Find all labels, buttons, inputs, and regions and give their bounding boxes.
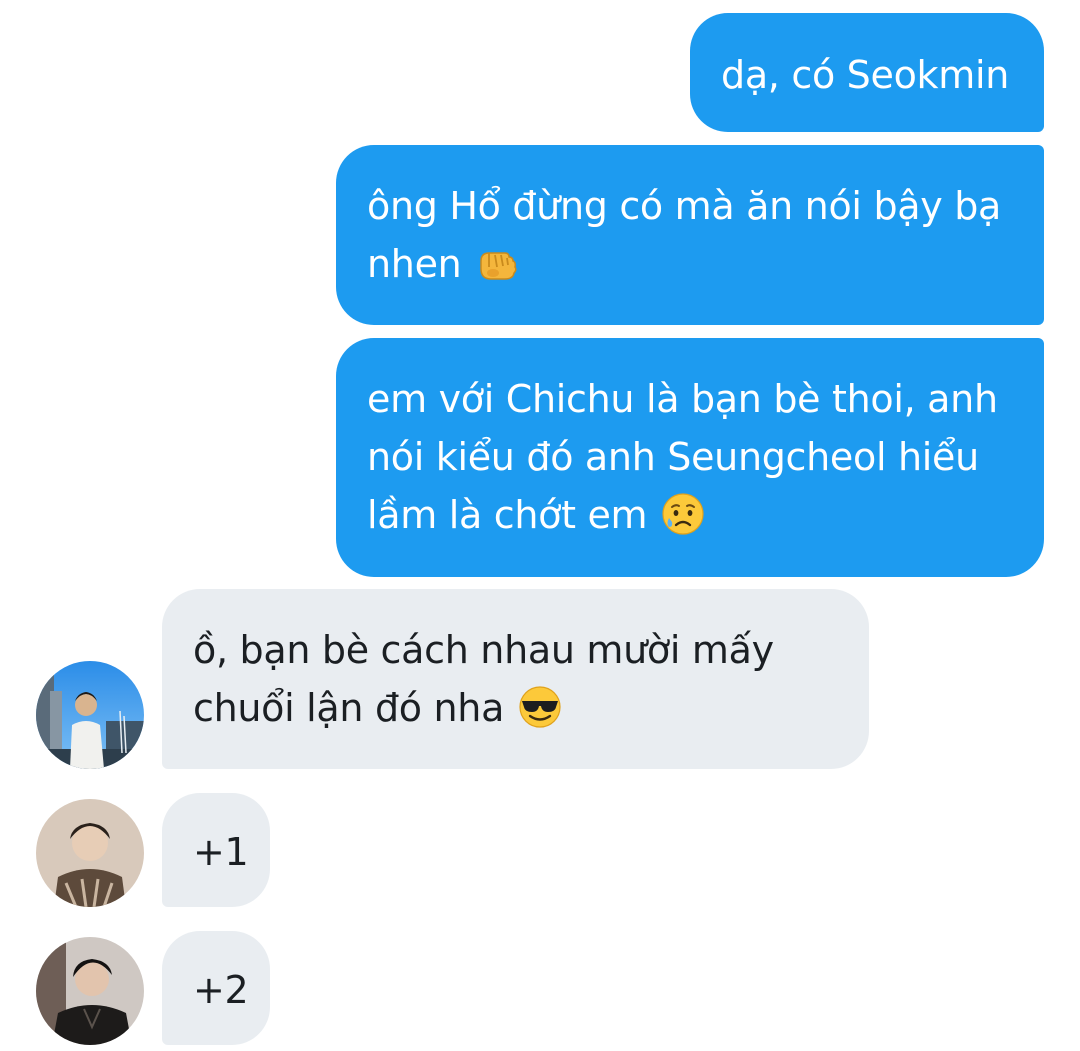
- message-line: lầm là chớt em: [367, 486, 1044, 544]
- message-line: nói kiểu đó anh Seungcheol hiểu: [367, 435, 979, 479]
- message-text: +2: [193, 968, 249, 1012]
- message-text: dạ, có Seokmin: [721, 53, 1009, 97]
- avatar-photo-icon: [36, 799, 144, 907]
- smiling-face-with-sunglasses-icon: [519, 686, 561, 728]
- sad-but-relieved-face-icon: [662, 493, 704, 535]
- message-line: chuổi lận đó nha: [193, 679, 869, 737]
- avatar[interactable]: [36, 937, 144, 1045]
- avatar[interactable]: [36, 661, 144, 769]
- message-line: em với Chichu là bạn bè thoi, anh: [367, 377, 998, 421]
- message-line: nhen: [367, 235, 1044, 293]
- incoming-message-bubble[interactable]: ồ, bạn bè cách nhau mười mấy chuổi lận đ…: [162, 589, 869, 769]
- message-line: ồ, bạn bè cách nhau mười mấy: [193, 628, 774, 672]
- message-line-text: chuổi lận đó nha: [193, 686, 505, 730]
- avatar[interactable]: [36, 799, 144, 907]
- backhand-index-pointing-icon: [480, 252, 517, 280]
- message-text: +1: [193, 830, 249, 874]
- outgoing-message-bubble[interactable]: em với Chichu là bạn bè thoi, anh nói ki…: [336, 338, 1044, 577]
- outgoing-message-bubble[interactable]: ông Hổ đừng có mà ăn nói bậy bạ nhen: [336, 145, 1044, 325]
- incoming-message-bubble[interactable]: +1: [162, 793, 270, 907]
- avatar-photo-icon: [36, 937, 144, 1045]
- incoming-message-bubble[interactable]: +2: [162, 931, 270, 1045]
- message-line: ông Hổ đừng có mà ăn nói bậy bạ: [367, 184, 1002, 228]
- outgoing-message-bubble[interactable]: dạ, có Seokmin: [690, 13, 1044, 132]
- message-line-text: lầm là chớt em: [367, 493, 648, 537]
- message-line-text: nhen: [367, 242, 462, 286]
- avatar-photo-icon: [36, 661, 144, 769]
